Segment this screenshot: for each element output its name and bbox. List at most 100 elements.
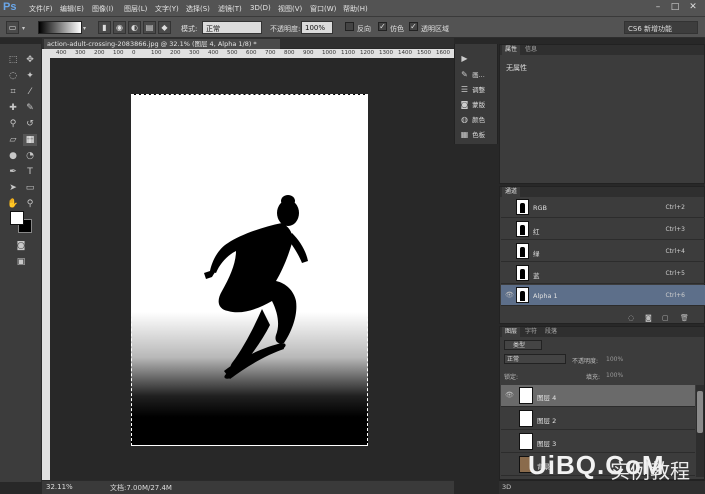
magic-wand-icon[interactable]: ✦ [23,70,37,82]
menu-edit[interactable]: 编辑(E) [60,4,84,14]
marquee-tool-icon[interactable]: ⬚ [6,54,20,66]
gradient-tool-icon[interactable]: ▭ [6,21,19,34]
blend-mode-select[interactable]: 正常 [504,354,566,364]
blur-tool-icon[interactable]: ● [6,150,20,162]
maximize-button[interactable]: □ [669,2,681,13]
tab-channels[interactable]: 通道 [502,187,521,197]
crop-tool-icon[interactable]: ⌗ [6,86,20,98]
close-button[interactable]: ✕ [687,2,699,13]
quick-mask-icon[interactable]: ◙ [14,240,28,252]
menu-3d[interactable]: 3D(D) [250,4,271,12]
dodge-tool-icon[interactable]: ◔ [23,150,37,162]
ruler-tick-label: 1000 [322,50,336,56]
visibility-toggle[interactable] [505,437,513,445]
tab-3d[interactable]: 3D [502,483,511,491]
fill-value[interactable]: 100% [606,372,623,379]
zoom-tool-icon[interactable]: ⚲ [23,198,37,210]
gradient-tool-icon[interactable]: ▦ [23,134,37,146]
load-selection-icon[interactable]: ◌ [628,314,634,322]
eraser-tool-icon[interactable]: ▱ [6,134,20,146]
dock-item[interactable]: ◙ 蒙版 [459,99,497,112]
minimize-button[interactable]: – [652,2,664,13]
menu-file[interactable]: 文件(F) [29,4,53,14]
visibility-toggle[interactable] [505,460,513,468]
menu-select[interactable]: 选择(S) [186,4,210,14]
rectangle-tool-icon[interactable]: ▭ [23,182,37,194]
layers-scrollbar[interactable] [696,385,704,477]
dock-item[interactable]: ✎ 画... [459,69,497,82]
dither-checkbox[interactable]: ✓ [378,22,387,31]
dock-item[interactable]: ☰ 调整 [459,84,497,97]
reflected-gradient-icon[interactable]: ▤ [143,21,156,34]
layer-filter-select[interactable]: 类型 [504,340,542,350]
gradient-picker[interactable] [38,21,82,34]
lasso-tool-icon[interactable]: ◌ [6,70,20,82]
channel-row[interactable]: 绿 Ctrl+4 [501,241,705,262]
menu-view[interactable]: 视图(V) [278,4,302,14]
hand-tool-icon[interactable]: ✋ [6,198,20,210]
tab-paragraph[interactable]: 段落 [542,327,560,337]
ruler-tick-label: 100 [113,50,124,56]
menu-layer[interactable]: 图层(L) [124,4,147,14]
mode-select[interactable]: 正常 [202,21,262,34]
visibility-toggle[interactable] [505,225,513,233]
channel-thumbnail [516,265,529,281]
visibility-toggle[interactable] [505,203,513,211]
vertical-ruler [42,49,50,480]
channel-row-selected[interactable]: 👁 Alpha 1 Ctrl+6 [501,285,705,306]
opacity-input[interactable]: 100% [301,21,333,34]
zoom-level[interactable]: 32.11% [46,483,73,491]
eye-icon[interactable]: 👁 [505,291,514,299]
channel-row[interactable]: RGB Ctrl+2 [501,197,705,218]
chevron-down-icon[interactable]: ▾ [22,25,25,32]
healing-brush-icon[interactable]: ✚ [6,102,20,114]
layer-opacity-value[interactable]: 100% [606,356,623,363]
document-canvas[interactable] [131,94,368,446]
menu-type[interactable]: 文字(Y) [155,4,179,14]
menu-image[interactable]: 图像(I) [92,4,114,14]
dock-item[interactable]: ▶ [459,54,497,67]
workspace-select[interactable]: CS6 新增功能 [624,21,698,34]
eye-icon[interactable]: 👁 [505,391,514,399]
channel-row[interactable]: 蓝 Ctrl+5 [501,263,705,284]
brush-tool-icon[interactable]: ✎ [23,102,37,114]
clone-stamp-icon[interactable]: ⚲ [6,118,20,130]
reverse-checkbox[interactable] [345,22,354,31]
delete-icon[interactable]: 🗑 [680,314,689,322]
menu-filter[interactable]: 滤镜(T) [218,4,242,14]
dock-item[interactable]: ◍ 颜色 [459,114,497,127]
transparency-checkbox[interactable]: ✓ [409,22,418,31]
tab-info[interactable]: 信息 [522,45,540,55]
scrollbar-thumb[interactable] [697,391,703,433]
diamond-gradient-icon[interactable]: ◆ [158,21,171,34]
dock-item-label: 色板 [470,131,486,139]
channel-row[interactable]: 红 Ctrl+3 [501,219,705,240]
dock-item[interactable]: ▦ 色板 [459,129,497,142]
save-selection-icon[interactable]: ◙ [645,314,652,322]
new-channel-icon[interactable]: ▢ [662,314,669,322]
document-tab[interactable]: action-adult-crossing-2083866.jpg @ 32.1… [44,39,280,49]
tab-properties[interactable]: 属性 [502,45,521,55]
visibility-toggle[interactable] [505,247,513,255]
ruler-tick-label: 1600 [436,50,450,56]
path-select-icon[interactable]: ➤ [6,182,20,194]
channels-tabs: 通道 [500,187,704,197]
menu-help[interactable]: 帮助(H) [343,4,368,14]
visibility-toggle[interactable] [505,414,513,422]
layer-row-selected[interactable]: 👁 图层 4 [501,385,695,407]
linear-gradient-icon[interactable]: ▮ [98,21,111,34]
layer-row[interactable]: 图层 2 [501,408,695,430]
history-brush-icon[interactable]: ↺ [23,118,37,130]
screen-mode-icon[interactable]: ▣ [14,256,28,268]
eyedropper-icon[interactable]: ⁄ [23,86,37,98]
tab-character[interactable]: 字符 [522,327,540,337]
radial-gradient-icon[interactable]: ◉ [113,21,126,34]
pen-tool-icon[interactable]: ✒ [6,166,20,178]
menu-window[interactable]: 窗口(W) [310,4,336,14]
move-tool-icon[interactable]: ✥ [23,54,37,66]
visibility-toggle[interactable] [505,269,513,277]
type-tool-icon[interactable]: T [23,166,37,178]
angle-gradient-icon[interactable]: ◐ [128,21,141,34]
chevron-down-icon[interactable]: ▾ [83,25,86,32]
tab-layers[interactable]: 图层 [502,327,521,337]
